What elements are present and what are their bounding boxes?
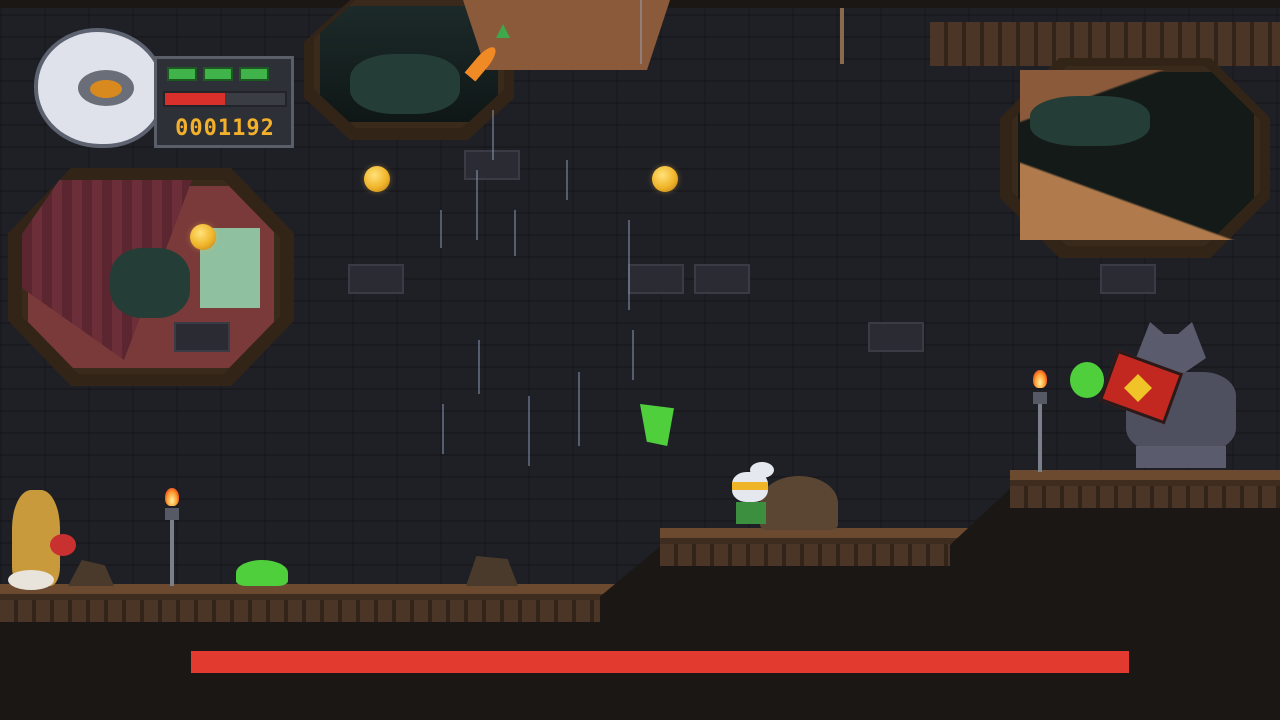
rabbit-pilot-icon (34, 28, 166, 148)
robot-wolf-boss (1096, 322, 1246, 468)
green-slime-splat (236, 560, 288, 586)
rain-drop (632, 330, 634, 380)
torch-head (1033, 392, 1047, 404)
dust-cloud (8, 570, 54, 590)
wall-block (628, 264, 684, 294)
rain-drop (578, 372, 580, 446)
ground-upper (1010, 470, 1280, 720)
rock (466, 556, 518, 586)
rain-drop (640, 0, 642, 64)
energy-bar (163, 91, 287, 107)
coin-icon (190, 224, 216, 250)
rain-drop (478, 340, 480, 394)
boss-health-fill (191, 651, 1129, 673)
health-segment (239, 67, 269, 81)
rain-drop (628, 220, 630, 310)
boxing-glove-icon (50, 534, 76, 556)
portrait-lens (90, 80, 122, 98)
player-hud: 0001192 (34, 28, 296, 152)
energy-bar-fill (165, 93, 225, 105)
wall-block (174, 322, 230, 352)
flame-icon (1033, 370, 1047, 388)
rain-drop (442, 404, 444, 454)
torch-pole (170, 516, 174, 586)
game-stage: 0001192 (0, 0, 1280, 720)
wall-block (868, 322, 924, 352)
rain-drop (528, 396, 530, 466)
rabbit-body (736, 502, 766, 524)
foliage-right (1030, 96, 1150, 146)
wall-block (694, 264, 750, 294)
boss-health-bar (191, 651, 1129, 673)
player-rabbit (728, 462, 774, 528)
flame-icon (165, 488, 179, 506)
rain-drop (492, 110, 494, 160)
health-segment (167, 67, 197, 81)
rain-drop (440, 210, 442, 248)
ground-middle (660, 528, 990, 720)
rain-drop (514, 210, 516, 256)
torch-pole (1038, 400, 1042, 472)
rock (68, 560, 114, 586)
foliage-left (110, 248, 190, 318)
torch-head (165, 508, 179, 520)
health-segment (203, 67, 233, 81)
cannon-muzzle-slime (1070, 362, 1104, 398)
rain-drop (476, 170, 478, 240)
tree-trunk-right (1020, 70, 1250, 240)
coin-icon (364, 166, 390, 192)
hanging-root (840, 8, 844, 64)
boss-legs (1136, 446, 1226, 468)
score-counter: 0001192 (175, 116, 275, 141)
rain-drop (566, 160, 568, 200)
foliage-top (350, 54, 460, 114)
green-slime-shot (640, 404, 674, 446)
hud-panel: 0001192 (154, 56, 294, 148)
coin-icon (652, 166, 678, 192)
wall-block (348, 264, 404, 294)
rabbit-goggles (732, 482, 768, 490)
wall-block (1100, 264, 1156, 294)
